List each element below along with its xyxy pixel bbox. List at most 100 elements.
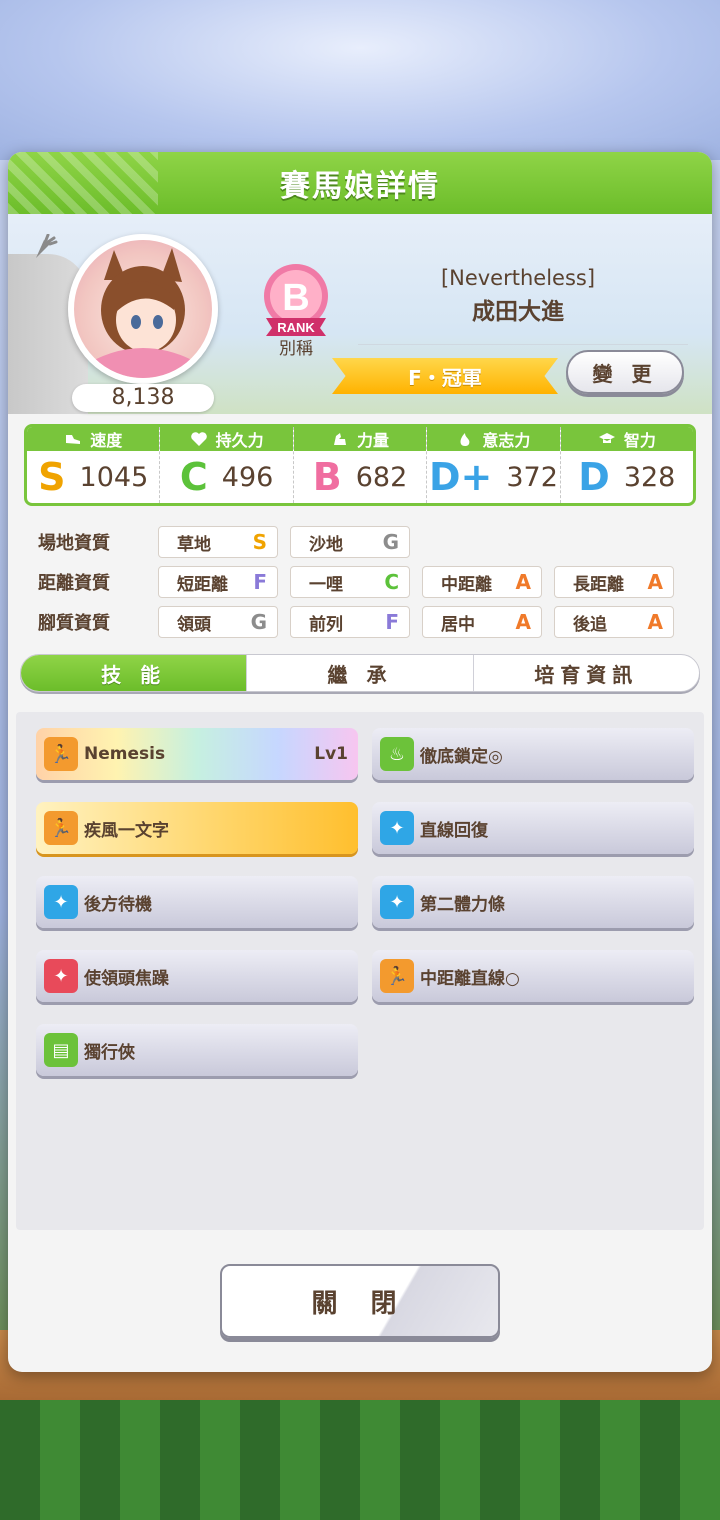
stat-label: 智力 [623, 431, 656, 450]
aptitude-name: 長距離 [573, 574, 624, 595]
stat-label: 力量 [357, 431, 390, 450]
skill-name: 直線回復 [420, 820, 488, 841]
change-epithet-button[interactable]: 變 更 [566, 350, 684, 394]
stat-value: 682 [355, 461, 408, 493]
close-button[interactable]: 關 閉 [220, 1264, 500, 1338]
aptitude-grade: A [515, 610, 531, 634]
stat-0: 速度 S 1045 [27, 427, 161, 503]
stat-grade: D+ [428, 455, 493, 499]
shoe-icon [66, 435, 81, 444]
skills-list: 🏃 Nemesis Lv1 ♨ 徹底鎖定◎ 🏃 疾風一文字 ✦ 直線回復 ✦ 後方待機 ✦ 第二體力條 ✦… [16, 712, 704, 1230]
aptitude-name: 前列 [309, 614, 343, 635]
skill-item[interactable]: ✦ 第二體力條 [372, 876, 694, 928]
graduation-cap-icon [598, 433, 615, 443]
stat-body: D 328 [561, 451, 693, 503]
stats-panel: 速度 S 1045 持久力 C 496 力量 B 682 意志力 D+ 372 智力 D 328 [24, 424, 696, 506]
detail-tabs: 技 能繼 承培育資訊 [20, 654, 700, 692]
alias-label: 別稱 [279, 339, 313, 359]
aptitude-distance-3: 長距離 A [554, 566, 674, 598]
profile-section: 8,138 B RANK 別稱 [Nevertheless] 成田大進 F・冠軍… [8, 214, 712, 414]
aptitude-grade: S [252, 530, 267, 554]
running-icon: 🏃 [44, 737, 78, 771]
character-portrait[interactable] [68, 234, 218, 384]
skill-item[interactable]: ✦ 後方待機 [36, 876, 358, 928]
skill-name: 疾風一文字 [84, 820, 169, 841]
aptitude-name: 中距離 [441, 574, 492, 595]
skill-name: 第二體力條 [420, 894, 505, 915]
sparkle-icon: ✦ [380, 885, 414, 919]
aptitude-grade: F [253, 570, 267, 594]
aptitude-name: 一哩 [309, 574, 343, 595]
aptitude-name: 沙地 [309, 534, 343, 555]
stat-grade: S [38, 455, 66, 499]
stat-1: 持久力 C 496 [160, 427, 294, 503]
skill-level: Lv1 [314, 744, 348, 764]
style-aptitude-row: 腳質資質 領頭 G 前列 F 居中 A 後追 A [38, 602, 698, 642]
stat-2: 力量 B 682 [293, 427, 428, 503]
tab-0[interactable]: 技 能 [21, 655, 248, 691]
skill-item[interactable]: 🏃 Nemesis Lv1 [36, 728, 358, 780]
skill-item[interactable]: ✦ 直線回復 [372, 802, 694, 854]
stat-value: 328 [623, 461, 676, 493]
stat-value: 1045 [79, 461, 149, 493]
stat-grade: B [312, 455, 342, 499]
running-icon: 🏃 [380, 959, 414, 993]
aptitude-style-2: 居中 A [422, 606, 542, 638]
skill-item[interactable]: ✦ 使領頭焦躁 [36, 950, 358, 1002]
carrot-icon [36, 234, 58, 258]
aptitude-grade: G [250, 610, 267, 634]
stat-grade: D [578, 455, 610, 499]
aptitude-style-3: 後追 A [554, 606, 674, 638]
aptitude-distance-1: 一哩 C [290, 566, 410, 598]
skill-item[interactable]: ♨ 徹底鎖定◎ [372, 728, 694, 780]
skill-name: 獨行俠 [84, 1042, 135, 1063]
aptitude-track-0: 草地 S [158, 526, 278, 558]
skill-name: 使領頭焦躁 [84, 968, 169, 989]
stat-value: 372 [506, 461, 558, 493]
stat-body: C 496 [160, 451, 292, 503]
aptitude-grade: F [385, 610, 399, 634]
character-name: 成田大進 [472, 299, 564, 325]
tab-2[interactable]: 培育資訊 [474, 655, 699, 691]
dialog-header: 賽馬娘詳情 [8, 152, 712, 214]
aptitude-name: 短距離 [177, 574, 228, 595]
stat-grade: C [179, 455, 208, 499]
flame-icon: ♨ [380, 737, 414, 771]
aptitude-grade: A [515, 570, 531, 594]
stat-label: 持久力 [215, 431, 264, 450]
stat-label: 意志力 [482, 431, 531, 450]
muscle-icon [334, 433, 346, 445]
aptitude-name: 居中 [441, 614, 475, 635]
character-avatar-icon [94, 248, 192, 378]
stat-header: 意志力 [427, 427, 560, 451]
background-grass [0, 1400, 720, 1520]
skill-name: Nemesis [84, 744, 166, 764]
aptitude-style-1: 前列 F [290, 606, 410, 638]
tab-1[interactable]: 繼 承 [247, 655, 474, 691]
sparkle-icon: ✦ [44, 885, 78, 919]
skill-name: 後方待機 [84, 894, 152, 915]
skill-item[interactable]: 🏃 中距離直線○ [372, 950, 694, 1002]
stat-label: 速度 [90, 431, 123, 450]
running-icon: 🏃 [44, 811, 78, 845]
aptitude-name: 後追 [573, 614, 607, 635]
aptitude-label: 距離資質 [38, 573, 110, 594]
aptitude-label: 腳質資質 [38, 613, 110, 634]
stat-value: 496 [221, 461, 274, 493]
stat-header: 力量 [293, 427, 427, 451]
track-aptitude-row: 場地資質 草地 S 沙地 G [38, 522, 698, 562]
rank-word: RANK [277, 320, 315, 335]
card-icon: ▤ [44, 1033, 78, 1067]
aptitude-grade: A [647, 570, 663, 594]
aptitude-label: 場地資質 [38, 533, 110, 554]
skill-item[interactable]: 🏃 疾風一文字 [36, 802, 358, 854]
aptitude-grade: C [384, 570, 399, 594]
aptitude-grade: A [647, 610, 663, 634]
heart-icon [190, 432, 207, 446]
epithet-ribbon[interactable]: F・冠軍 [332, 358, 558, 394]
skill-name: 中距離直線○ [420, 968, 520, 989]
fan-count: 8,138 [72, 384, 214, 412]
skill-item[interactable]: ▤ 獨行俠 [36, 1024, 358, 1076]
background-sky [0, 0, 720, 160]
aptitude-grade: G [382, 530, 399, 554]
